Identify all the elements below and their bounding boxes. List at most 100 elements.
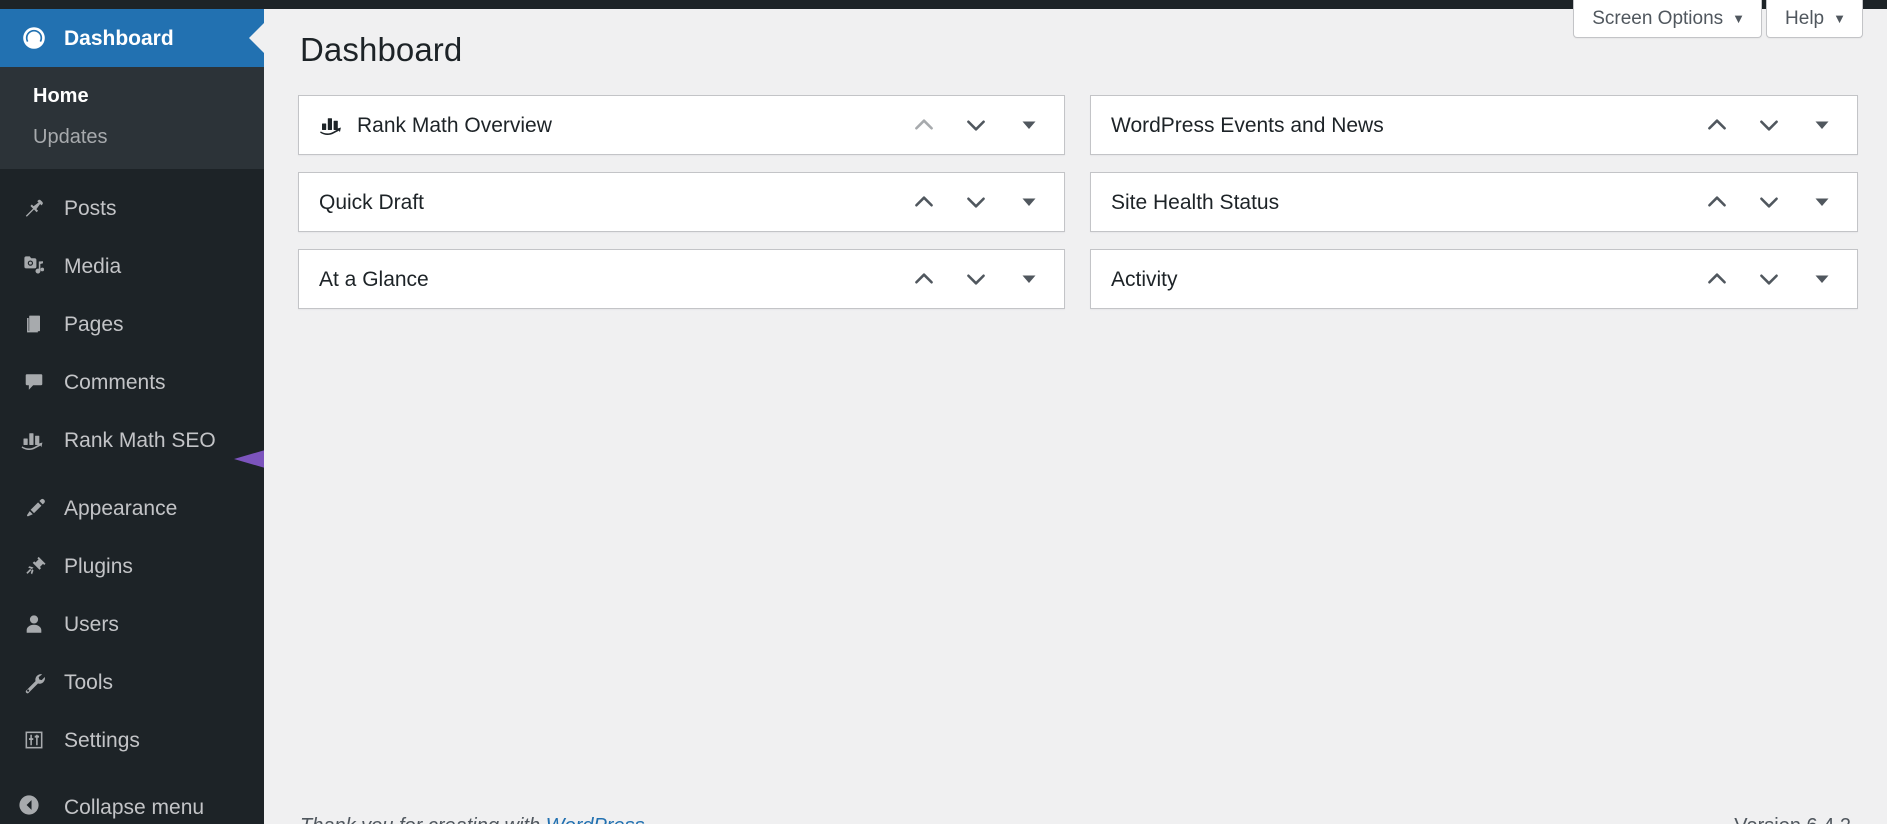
- widget-controls: [898, 101, 1056, 149]
- widget-header[interactable]: Site Health Status: [1091, 173, 1857, 231]
- media-icon: [17, 251, 51, 281]
- widget-title: Site Health Status: [1111, 190, 1280, 214]
- widget-at-a-glance: At a Glance: [298, 249, 1065, 309]
- pin-icon: [17, 193, 51, 223]
- sidebar-item-dashboard[interactable]: Dashboard: [0, 9, 265, 67]
- help-label: Help: [1785, 7, 1825, 29]
- toggle-panel-button[interactable]: [1795, 178, 1849, 226]
- footer-version: Version 6.4.2: [1734, 815, 1851, 824]
- widget-controls: [898, 178, 1056, 226]
- dashboard-icon: [17, 23, 51, 53]
- widget-header[interactable]: Activity: [1091, 250, 1857, 308]
- widget-title: Quick Draft: [319, 190, 425, 214]
- sidebar-item-users[interactable]: Users: [0, 595, 264, 653]
- plug-icon: [17, 551, 51, 581]
- screen-meta-links: Screen Options ▼ Help ▼: [1573, 0, 1863, 38]
- menu-separator: [0, 169, 264, 179]
- widget-rank-math-overview: Rank Math Overview: [298, 95, 1065, 155]
- dashboard-submenu: Home Updates: [0, 67, 264, 169]
- menu-separator: [0, 469, 264, 479]
- main-content: Screen Options ▼ Help ▼ Dashboard Rank M…: [264, 0, 1887, 824]
- move-down-button[interactable]: [950, 255, 1002, 303]
- sliders-icon: [17, 725, 51, 755]
- screen-options-button[interactable]: Screen Options ▼: [1573, 0, 1763, 38]
- move-up-button[interactable]: [1691, 255, 1743, 303]
- dashboard-column-left: Rank Math Overview Quick Draft At a Glan…: [298, 95, 1065, 309]
- collapse-menu-button[interactable]: Collapse menu: [0, 779, 264, 824]
- toggle-panel-button[interactable]: [1795, 101, 1849, 149]
- collapse-arrow-icon: [17, 793, 51, 823]
- widget-header[interactable]: At a Glance: [299, 250, 1064, 308]
- sidebar-item-label: Plugins: [64, 554, 133, 578]
- widget-controls: [1691, 178, 1849, 226]
- user-icon: [17, 609, 51, 639]
- current-menu-arrow-icon: [249, 22, 265, 54]
- sidebar-item-label: Dashboard: [64, 26, 174, 50]
- widget-header[interactable]: Quick Draft: [299, 173, 1064, 231]
- rank-math-icon: [17, 425, 51, 455]
- sidebar-item-label: Rank Math SEO: [64, 428, 216, 452]
- submenu-item-updates[interactable]: Updates: [0, 117, 264, 158]
- move-down-button[interactable]: [1743, 178, 1795, 226]
- move-down-button[interactable]: [950, 178, 1002, 226]
- widget-title: Activity: [1111, 267, 1178, 291]
- move-up-button[interactable]: [898, 255, 950, 303]
- footer-thankyou-text: Thank you for creating with: [300, 815, 546, 824]
- sidebar-item-tools[interactable]: Tools: [0, 653, 264, 711]
- chevron-down-icon: ▼: [1833, 11, 1846, 26]
- dashboard-widgets: Rank Math Overview Quick Draft At a Glan…: [298, 95, 1858, 309]
- sidebar-item-media[interactable]: Media: [0, 237, 264, 295]
- widget-title: WordPress Events and News: [1111, 113, 1384, 137]
- widget-header[interactable]: Rank Math Overview: [299, 96, 1064, 154]
- sidebar-item-pages[interactable]: Pages: [0, 295, 264, 353]
- paintbrush-icon: [17, 493, 51, 523]
- sidebar-item-appearance[interactable]: Appearance: [0, 479, 264, 537]
- move-up-button[interactable]: [1691, 101, 1743, 149]
- sidebar-item-label: Tools: [64, 670, 114, 694]
- sidebar-item-plugins[interactable]: Plugins: [0, 537, 264, 595]
- sidebar-item-label: Comments: [64, 370, 166, 394]
- toggle-panel-button[interactable]: [1002, 178, 1056, 226]
- widget-title-wrap: WordPress Events and News: [1111, 115, 1691, 136]
- widget-header[interactable]: WordPress Events and News: [1091, 96, 1857, 154]
- sidebar-item-label: Media: [64, 254, 122, 278]
- admin-footer: Thank you for creating with WordPress Ve…: [264, 804, 1887, 824]
- widget-title: Rank Math Overview: [357, 113, 552, 137]
- page-title: Dashboard: [300, 31, 463, 68]
- screen-options-label: Screen Options: [1592, 7, 1724, 29]
- collapse-menu-label: Collapse menu: [64, 796, 205, 819]
- submenu-item-home[interactable]: Home: [0, 76, 264, 117]
- toggle-panel-button[interactable]: [1795, 255, 1849, 303]
- widget-controls: [1691, 255, 1849, 303]
- sidebar-item-label: Users: [64, 612, 119, 636]
- help-button[interactable]: Help ▼: [1766, 0, 1863, 38]
- widget-title-wrap: Site Health Status: [1111, 192, 1691, 213]
- sidebar-item-comments[interactable]: Comments: [0, 353, 264, 411]
- move-up-button[interactable]: [898, 101, 950, 149]
- sidebar-item-label: Posts: [64, 196, 117, 220]
- widget-title-wrap: At a Glance: [319, 269, 898, 290]
- widget-site-health-status: Site Health Status: [1090, 172, 1858, 232]
- sidebar-item-rank-math-seo[interactable]: Rank Math SEO: [0, 411, 264, 469]
- widget-wordpress-events-and-news: WordPress Events and News: [1090, 95, 1858, 155]
- widget-activity: Activity: [1090, 249, 1858, 309]
- sidebar-item-settings[interactable]: Settings: [0, 711, 264, 769]
- rank-math-icon: [319, 114, 346, 136]
- sidebar-item-posts[interactable]: Posts: [0, 179, 264, 237]
- widget-title-wrap: Activity: [1111, 269, 1691, 290]
- toggle-panel-button[interactable]: [1002, 255, 1056, 303]
- widget-quick-draft: Quick Draft: [298, 172, 1065, 232]
- sidebar-item-label: Appearance: [64, 496, 178, 520]
- move-up-button[interactable]: [1691, 178, 1743, 226]
- widget-title: At a Glance: [319, 267, 429, 291]
- sidebar-item-label: Pages: [64, 312, 124, 336]
- widget-title-wrap: Rank Math Overview: [319, 114, 898, 136]
- move-up-button[interactable]: [898, 178, 950, 226]
- wordpress-link[interactable]: WordPress: [546, 815, 645, 824]
- move-down-button[interactable]: [1743, 255, 1795, 303]
- move-down-button[interactable]: [950, 101, 1002, 149]
- move-down-button[interactable]: [1743, 101, 1795, 149]
- pages-icon: [17, 309, 51, 339]
- menu-separator: [0, 769, 264, 779]
- toggle-panel-button[interactable]: [1002, 101, 1056, 149]
